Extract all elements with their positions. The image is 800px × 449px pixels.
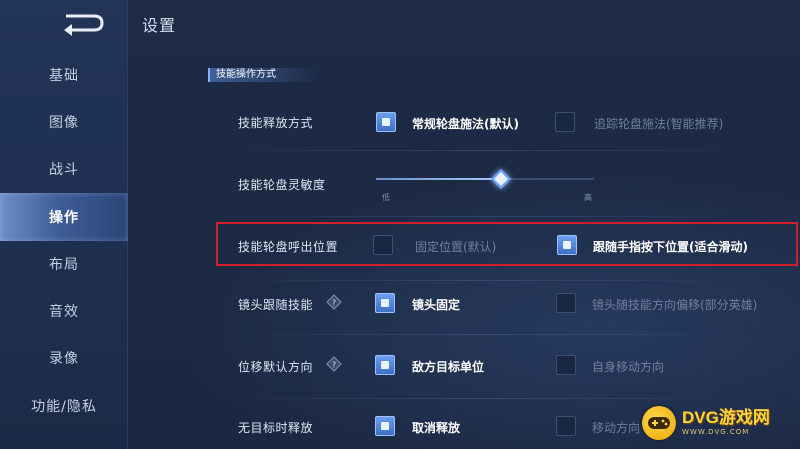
self-direction-checkbox[interactable] [556, 355, 576, 375]
help-icon[interactable]: ? [326, 356, 342, 372]
help-icon[interactable]: ? [326, 294, 342, 310]
camera-offset-label[interactable]: 镜头随技能方向偏移(部分英雄) [592, 296, 757, 313]
sidebar-item-label: 基础 [49, 68, 79, 84]
popup-position-follow-label[interactable]: 跟随手指按下位置(适合滑动) [593, 238, 748, 255]
popup-position-fixed-label[interactable]: 固定位置(默认) [415, 238, 496, 255]
slider-high-label: 高 [584, 193, 592, 202]
slider-low-label: 低 [382, 193, 390, 202]
sidebar-item-label: 音效 [49, 304, 79, 320]
sidebar: 基础 图像 战斗 操作 布局 音效 录像 功能/隐私 [0, 0, 128, 449]
self-direction-label[interactable]: 自身移动方向 [592, 358, 664, 375]
gamepad-icon [642, 406, 676, 440]
cancel-release-label[interactable]: 取消释放 [412, 419, 460, 436]
cancel-release-checkbox[interactable] [375, 416, 395, 436]
watermark-url: WWW.DVG.COM [682, 428, 750, 436]
section-title: 技能操作方式 [208, 68, 316, 82]
camera-fixed-checkbox[interactable] [375, 293, 395, 313]
sidebar-item-label: 录像 [49, 351, 79, 367]
sidebar-item-privacy[interactable]: 功能/隐私 [0, 382, 128, 430]
move-direction-label: 位移默认方向 [238, 360, 314, 374]
popup-position-label: 技能轮盘呼出位置 [238, 240, 339, 254]
sensitivity-slider-thumb[interactable] [491, 169, 511, 189]
watermark-title: DVG游戏网 [682, 408, 770, 427]
back-arrow-icon [64, 14, 104, 36]
sidebar-item-combat[interactable]: 战斗 [0, 145, 128, 193]
no-target-label: 无目标时释放 [238, 421, 314, 435]
enemy-target-checkbox[interactable] [375, 355, 395, 375]
page-title: 设置 [142, 16, 177, 35]
popup-position-follow-checkbox[interactable] [557, 235, 577, 255]
svg-text:?: ? [332, 299, 336, 308]
release-mode-label: 技能释放方式 [238, 116, 314, 130]
camera-offset-checkbox[interactable] [556, 293, 576, 313]
divider [216, 150, 756, 151]
sensitivity-label: 技能轮盘灵敏度 [238, 178, 326, 192]
sidebar-item-label: 功能/隐私 [31, 399, 97, 415]
release-mode-default-checkbox[interactable] [376, 112, 396, 132]
svg-text:?: ? [332, 361, 336, 370]
watermark: DVG游戏网 WWW.DVG.COM [642, 403, 792, 443]
divider [216, 398, 756, 399]
sidebar-item-label: 图像 [49, 115, 79, 131]
divider [216, 216, 756, 217]
divider [216, 280, 756, 281]
sidebar-item-replay[interactable]: 录像 [0, 334, 128, 382]
release-mode-tracking-label[interactable]: 追踪轮盘施法(智能推荐) [594, 115, 723, 132]
popup-position-fixed-checkbox[interactable] [373, 235, 393, 255]
sidebar-item-controls[interactable]: 操作 [0, 193, 128, 241]
sidebar-item-sound[interactable]: 音效 [0, 287, 128, 335]
move-direction-checkbox[interactable] [556, 416, 576, 436]
move-direction-option-label[interactable]: 移动方向 [592, 419, 640, 436]
sidebar-item-label: 战斗 [49, 162, 79, 178]
enemy-target-label[interactable]: 敌方目标单位 [412, 358, 484, 375]
sensitivity-slider[interactable] [376, 178, 594, 180]
release-mode-default-label[interactable]: 常规轮盘施法(默认) [412, 115, 519, 132]
sidebar-item-basic[interactable]: 基础 [0, 51, 128, 99]
divider [216, 334, 756, 335]
camera-follow-label: 镜头跟随技能 [238, 298, 314, 312]
back-button[interactable] [58, 10, 106, 36]
camera-fixed-label[interactable]: 镜头固定 [412, 296, 460, 313]
sidebar-item-layout[interactable]: 布局 [0, 240, 128, 288]
sidebar-item-label: 布局 [49, 257, 79, 273]
settings-panel: 设置 技能操作方式 技能释放方式 常规轮盘施法(默认) 追踪轮盘施法(智能推荐)… [128, 0, 800, 449]
sidebar-item-label: 操作 [49, 210, 79, 226]
release-mode-tracking-checkbox[interactable] [555, 112, 575, 132]
sidebar-item-graphics[interactable]: 图像 [0, 98, 128, 146]
